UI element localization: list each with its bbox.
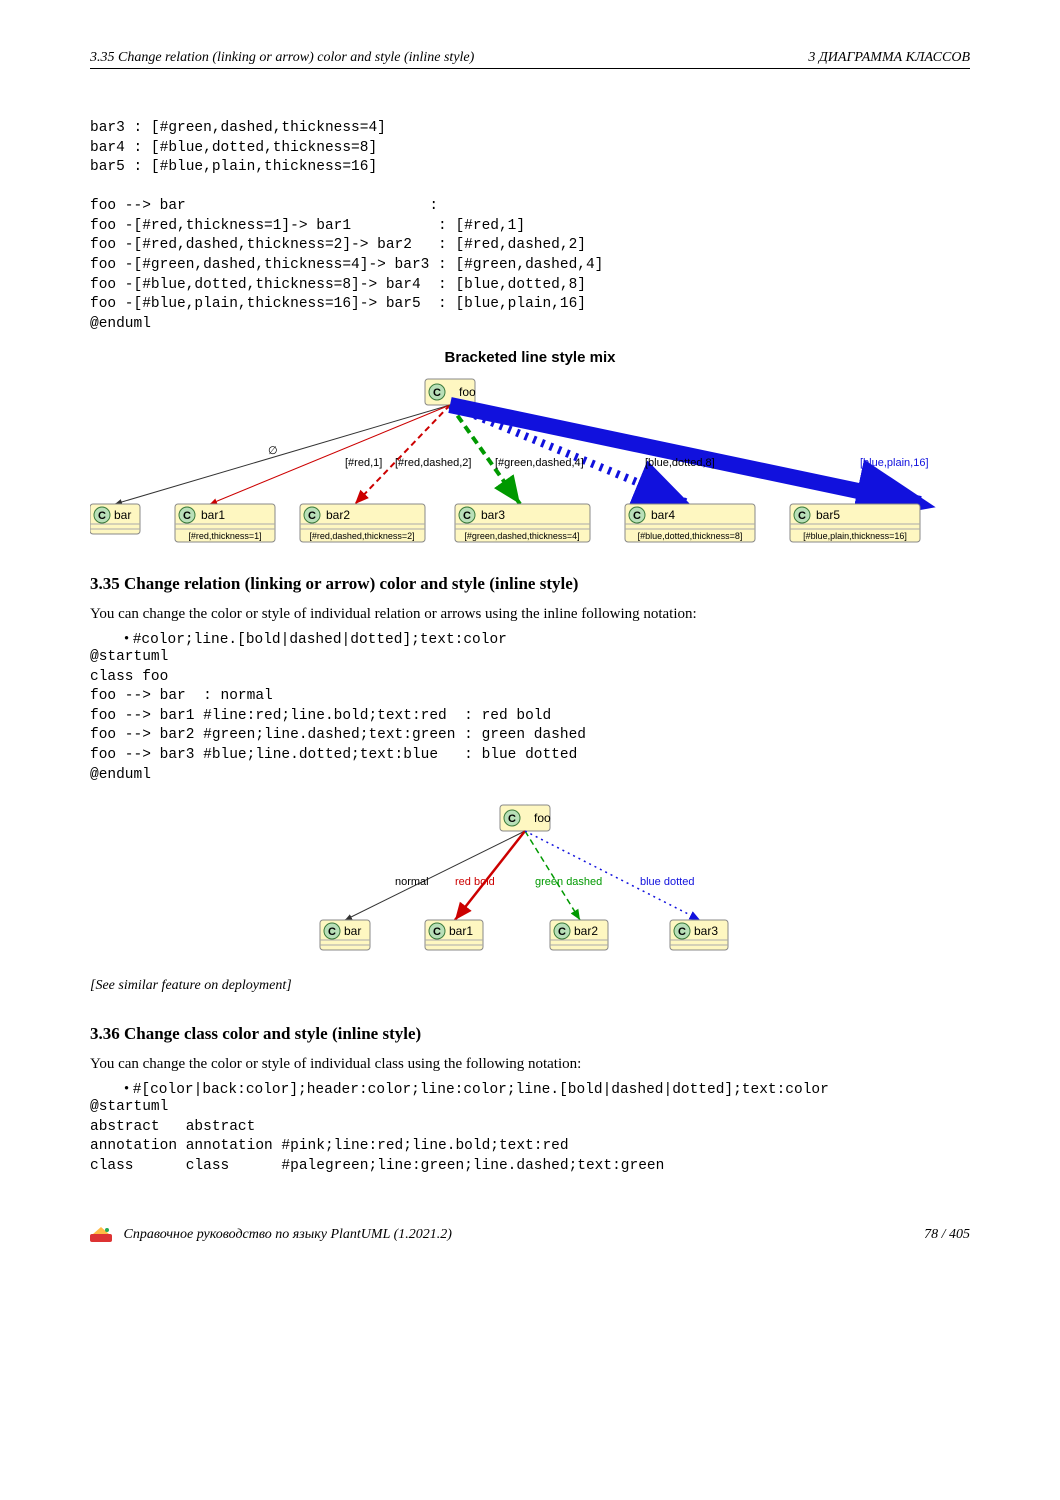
footer-page: 78 / 405 [924,1227,970,1243]
svg-text:[#red,thickness=1]: [#red,thickness=1] [188,531,261,541]
svg-text:C: C [508,813,516,825]
svg-text:normal: normal [395,876,429,888]
svg-text:bar1: bar1 [449,924,473,938]
svg-text:C: C [463,510,471,522]
section-335-intro: You can change the color or style of ind… [90,606,970,623]
code-block-336: @startuml abstract abstract annotation a… [90,1098,970,1176]
diagram-bracketed-mix: Bracketed line style mix C foo ∅ [#red,1… [90,349,970,544]
section-335-bullet: #color;line.[bold|dashed|dotted];text:co… [124,631,970,648]
section-335-title: 3.35 Change relation (linking or arrow) … [90,574,970,594]
svg-text:bar: bar [344,924,361,938]
svg-text:C: C [558,926,566,938]
svg-text:bar2: bar2 [326,508,350,522]
svg-text:C: C [98,510,106,522]
page-header: 3.35 Change relation (linking or arrow) … [90,50,970,69]
svg-text:foo: foo [534,811,551,825]
svg-text:[#blue,dotted,thickness=8]: [#blue,dotted,thickness=8] [638,531,743,541]
page-footer: Справочное руководство по языку PlantUML… [90,1226,970,1244]
svg-text:red bold: red bold [455,876,495,888]
section-336-bullet: #[color|back:color];header:color;line:co… [124,1081,970,1098]
svg-text:bar: bar [114,508,131,522]
footer-left: Справочное руководство по языку PlantUML… [90,1226,452,1244]
header-right: 3 ДИАГРАММА КЛАССОВ [808,50,970,66]
svg-text:[#red,dashed,2]: [#red,dashed,2] [395,457,471,469]
svg-text:[#red,1]: [#red,1] [345,457,382,469]
svg-text:C: C [798,510,806,522]
svg-text:blue dotted: blue dotted [640,876,694,888]
note-link: [See similar feature on deployment] [90,978,970,994]
svg-text:bar4: bar4 [651,508,675,522]
svg-text:C: C [328,926,336,938]
diagram1-svg: C foo ∅ [#red,1] [#red,dashed,2] [#green… [90,374,980,544]
svg-text:bar3: bar3 [481,508,505,522]
svg-text:C: C [308,510,316,522]
svg-text:bar1: bar1 [201,508,225,522]
code-block-prev: bar3 : [#green,dashed,thickness=4] bar4 … [90,119,970,334]
section-336-title: 3.36 Change class color and style (inlin… [90,1024,970,1044]
svg-text:[#blue,plain,thickness=16]: [#blue,plain,thickness=16] [803,531,907,541]
code-block-335: @startuml class foo foo --> bar : normal… [90,648,970,785]
svg-text:[#green,dashed,4]: [#green,dashed,4] [495,457,584,469]
diagram-inline-style: C foo normal red bold green dashed blue … [90,800,970,960]
svg-text:[blue,plain,16]: [blue,plain,16] [860,457,929,469]
svg-text:∅: ∅ [268,445,278,457]
diagram1-title: Bracketed line style mix [90,349,970,366]
svg-text:C: C [433,926,441,938]
svg-text:[#red,dashed,thickness=2]: [#red,dashed,thickness=2] [309,531,414,541]
svg-text:[blue,dotted,8]: [blue,dotted,8] [645,457,715,469]
header-left: 3.35 Change relation (linking or arrow) … [90,50,474,66]
svg-text:bar3: bar3 [694,924,718,938]
diagram2-svg: C foo normal red bold green dashed blue … [290,800,770,960]
svg-text:green dashed: green dashed [535,876,602,888]
svg-text:C: C [633,510,641,522]
plantuml-logo-icon [90,1226,112,1244]
svg-text:bar5: bar5 [816,508,840,522]
svg-text:C: C [433,387,441,399]
svg-text:C: C [183,510,191,522]
svg-text:bar2: bar2 [574,924,598,938]
svg-text:foo: foo [459,385,476,399]
svg-text:C: C [678,926,686,938]
svg-text:[#green,dashed,thickness=4]: [#green,dashed,thickness=4] [464,531,579,541]
section-336-intro: You can change the color or style of ind… [90,1056,970,1073]
